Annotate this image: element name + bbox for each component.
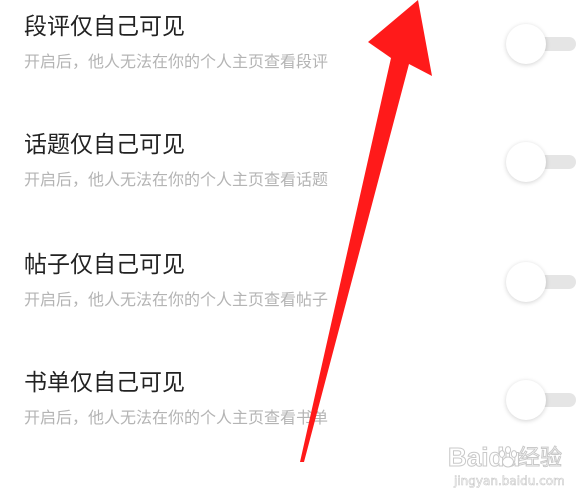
booklists-toggle[interactable] — [506, 378, 576, 422]
setting-description: 开启后，他人无法在你的个人主页查看段评 — [24, 52, 329, 71]
setting-title: 话题仅自己可见 — [24, 132, 185, 158]
watermark-url: jingyan.baidu.com — [454, 474, 565, 489]
toggle-knob[interactable] — [506, 380, 546, 420]
toggle-knob[interactable] — [506, 262, 546, 302]
setting-row-topics: 话题仅自己可见 开启后，他人无法在你的个人主页查看话题 — [0, 130, 586, 230]
toggle-knob[interactable] — [506, 24, 546, 64]
setting-description: 开启后，他人无法在你的个人主页查看帖子 — [24, 290, 329, 309]
setting-title: 书单仅自己可见 — [24, 370, 185, 396]
setting-row-paragraph-comments: 段评仅自己可见 开启后，他人无法在你的个人主页查看段评 — [0, 12, 586, 112]
privacy-settings-screen: 段评仅自己可见 开启后，他人无法在你的个人主页查看段评 话题仅自己可见 开启后，… — [0, 0, 586, 498]
setting-description: 开启后，他人无法在你的个人主页查看书单 — [24, 408, 329, 427]
setting-row-posts: 帖子仅自己可见 开启后，他人无法在你的个人主页查看帖子 — [0, 250, 586, 350]
watermark-label: 经验 — [517, 446, 563, 472]
topics-toggle[interactable] — [506, 140, 576, 184]
baidu-jingyan-watermark: Baidu 经验 jingyan.baidu.com — [447, 440, 578, 492]
paragraph-comments-toggle[interactable] — [506, 22, 576, 66]
setting-title: 段评仅自己可见 — [24, 14, 185, 40]
setting-title: 帖子仅自己可见 — [24, 252, 185, 278]
setting-description: 开启后，他人无法在你的个人主页查看话题 — [24, 170, 329, 189]
posts-toggle[interactable] — [506, 260, 576, 304]
toggle-knob[interactable] — [506, 142, 546, 182]
paw-icon — [498, 446, 518, 468]
